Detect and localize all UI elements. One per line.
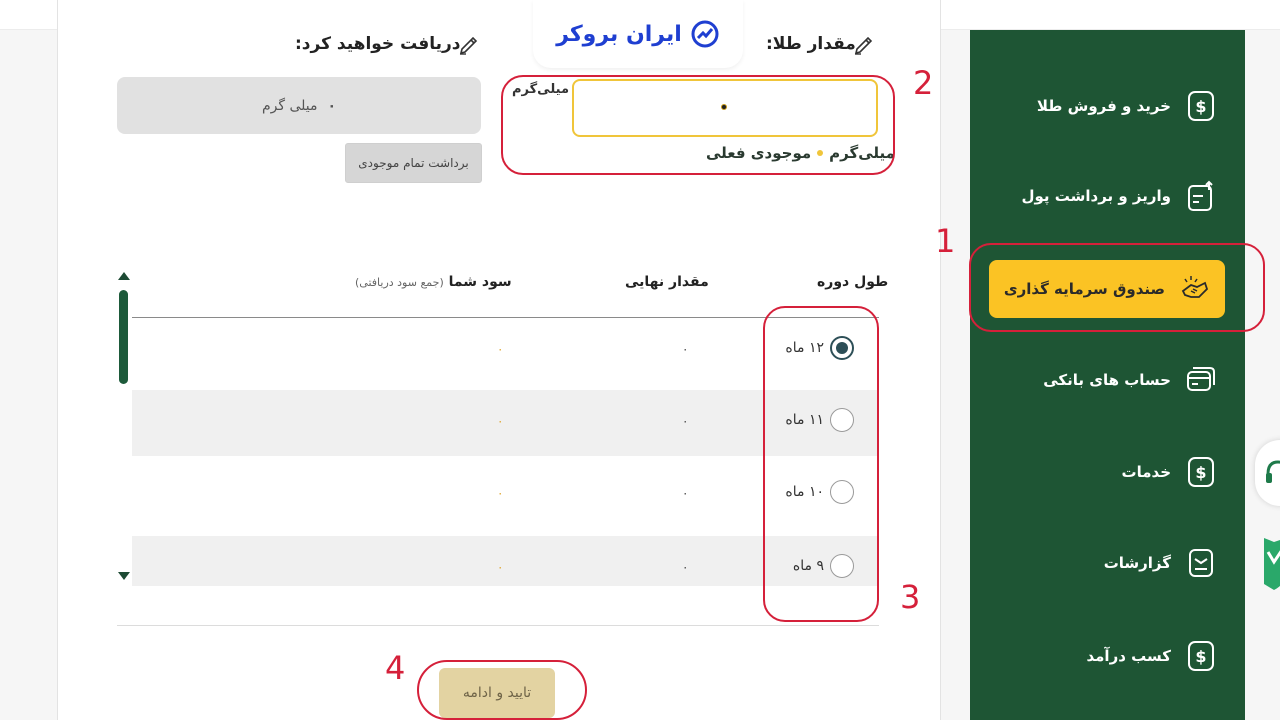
sidebar-item-label: گزارشات — [1103, 554, 1171, 572]
chart-trend-icon — [691, 20, 719, 48]
divider — [117, 625, 879, 626]
sidebar-item-earn-income[interactable]: کسب درآمد $ — [970, 626, 1245, 686]
sidebar-item-label: کسب درآمد — [1086, 647, 1171, 665]
svg-text:$: $ — [1195, 463, 1206, 482]
receive-value: ۰ — [327, 97, 337, 114]
annotation-highlight-2 — [501, 75, 895, 175]
report-icon — [1189, 549, 1213, 577]
header-profit-label: سود شما — [448, 274, 512, 290]
annotation-highlight-4 — [417, 660, 587, 720]
table-header: طول دوره مقدار نهایی سود شما (جمع سود در… — [132, 266, 888, 318]
sidebar: خرید و فروش طلا $ واریز و برداشت پول صند… — [970, 30, 1245, 720]
sidebar-item-buy-sell-gold[interactable]: خرید و فروش طلا $ — [970, 76, 1245, 136]
sidebar-item-label: خرید و فروش طلا — [1036, 97, 1171, 115]
support-button[interactable] — [1255, 440, 1280, 506]
final-amount: ۰ — [682, 342, 689, 356]
sidebar-item-services[interactable]: خدمات $ — [970, 442, 1245, 502]
dollar-icon: $ — [1188, 641, 1214, 671]
final-amount: ۰ — [682, 560, 689, 574]
receive-unit: میلی گرم — [261, 97, 318, 114]
logo-text: ایران بروکر — [556, 21, 682, 47]
shield-icon[interactable] — [1262, 532, 1280, 592]
sidebar-item-label: خدمات — [1121, 463, 1171, 481]
profit-amount: ۰ — [497, 560, 504, 574]
sidebar-item-deposit-withdraw[interactable]: واریز و برداشت پول — [970, 166, 1245, 226]
transfer-icon — [1188, 180, 1213, 211]
sidebar-item-label: حساب های بانکی — [1043, 371, 1171, 389]
profit-amount: ۰ — [497, 342, 504, 356]
header-final-amount: مقدار نهایی — [625, 274, 709, 290]
gold-amount-label: مقدار طلا: — [766, 34, 856, 54]
header-duration: طول دوره — [817, 274, 889, 290]
annotation-number-3: 3 — [900, 578, 921, 616]
annotation-number-1: 1 — [935, 222, 956, 260]
card-icon — [1187, 367, 1215, 391]
scroll-down-icon[interactable] — [118, 572, 130, 580]
annotation-number-4: 4 — [385, 649, 406, 687]
final-amount: ۰ — [682, 486, 689, 500]
table-scrollbar[interactable] — [117, 266, 131, 586]
annotation-highlight-3 — [763, 306, 879, 622]
logo[interactable]: ایران بروکر — [533, 0, 743, 68]
header-profit: سود شما (جمع سود دریافتی) — [355, 274, 512, 290]
profit-amount: ۰ — [497, 414, 504, 428]
sidebar-item-bank-accounts[interactable]: حساب های بانکی — [970, 350, 1245, 410]
scroll-thumb[interactable] — [119, 290, 128, 384]
header-profit-note: (جمع سود دریافتی) — [355, 276, 444, 289]
withdraw-all-button[interactable]: برداشت تمام موجودی — [345, 143, 482, 183]
annotation-number-2: 2 — [913, 64, 934, 102]
svg-text:$: $ — [1195, 647, 1206, 666]
headset-icon — [1266, 460, 1280, 483]
annotation-highlight-1 — [969, 243, 1265, 332]
dollar-icon: $ — [1188, 91, 1214, 121]
receive-label: دریافت خواهید کرد: — [295, 34, 461, 54]
scroll-up-icon[interactable] — [118, 272, 130, 280]
receive-amount-display: ۰ میلی گرم — [117, 77, 481, 134]
dollar-icon: $ — [1188, 457, 1214, 487]
svg-text:$: $ — [1195, 97, 1206, 116]
profit-amount: ۰ — [497, 486, 504, 500]
sidebar-item-label: واریز و برداشت پول — [1021, 187, 1171, 205]
final-amount: ۰ — [682, 414, 689, 428]
sidebar-item-reports[interactable]: گزارشات — [970, 533, 1245, 593]
